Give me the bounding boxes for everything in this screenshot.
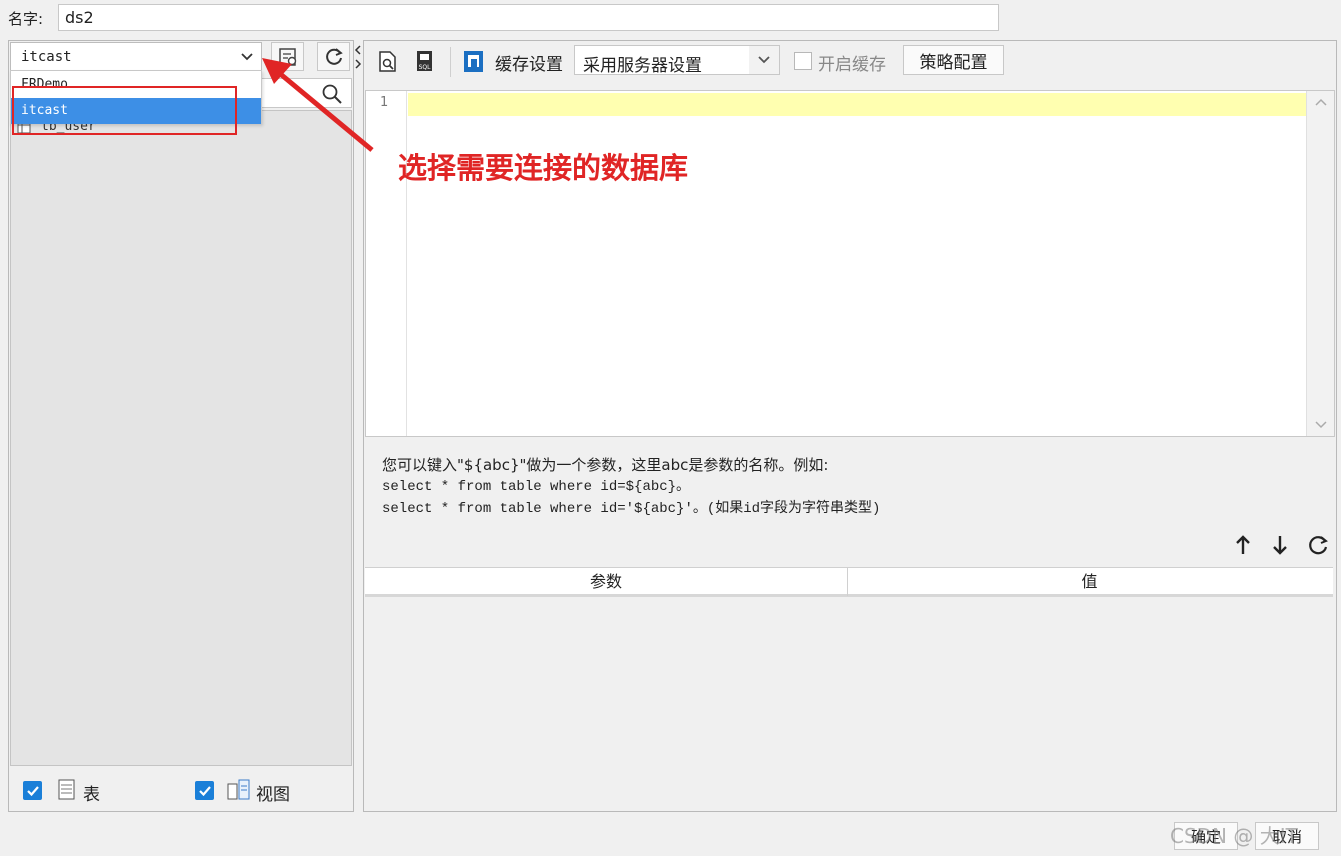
arrow-down-icon [1273,536,1287,555]
sql-button[interactable]: SQL [414,49,436,79]
annotation-arrow-icon [262,58,374,152]
param-table-body [365,600,1333,810]
watermark: CSDN @ 大IT [1170,824,1298,848]
refresh-params-button[interactable] [1306,533,1330,561]
refresh-icon [1309,536,1328,555]
enable-cache-checkbox[interactable] [794,52,812,70]
view-label: 视图 [256,785,290,805]
current-line-highlight [408,93,1306,116]
view-checkbox[interactable] [195,781,214,800]
arrow-up-icon [1236,535,1250,554]
param-table-header: 参数 值 [365,567,1333,597]
cache-settings-label: 缓存设置 [495,55,563,75]
sql-file-icon: SQL [417,51,432,71]
annotation-text: 选择需要连接的数据库 [398,151,689,185]
sql-editor[interactable]: 1 [365,90,1335,437]
move-down-button[interactable] [1270,534,1290,560]
toolbar-divider [450,47,451,77]
parameter-hint: 您可以键入"${abc}"做为一个参数，这里abc是参数的名称。例如: sele… [382,454,880,520]
table-checkbox[interactable] [23,781,42,800]
cache-mode-select[interactable]: 采用服务器设置 [574,45,780,76]
svg-text:SQL: SQL [419,64,432,71]
annotation-highlight-box [12,86,237,135]
table-tree: tb_user [10,110,352,766]
database-select[interactable]: itcast [10,42,262,71]
hint-line-2: select * from table where id=${abc}。 [382,479,691,495]
cache-settings-icon [462,49,486,79]
table-label: 表 [83,785,100,805]
editor-scrollbar[interactable] [1306,91,1334,436]
chevron-down-icon[interactable] [749,46,779,74]
move-up-button[interactable] [1233,534,1253,560]
hint-line-1: 您可以键入"${abc}"做为一个参数，这里abc是参数的名称。例如: [382,456,829,474]
name-input[interactable]: ds2 [58,4,999,31]
cache-mode-value: 采用服务器设置 [583,56,702,76]
database-select-value: itcast [21,49,72,65]
strategy-config-button[interactable]: 策略配置 [903,45,1004,75]
sql-toolbar: SQL 缓存设置 采用服务器设置 开启缓存 策略配置 [364,41,1336,87]
column-header-param[interactable]: 参数 [365,568,848,596]
view-icon [226,779,252,805]
hint-line-3: select * from table where id='${abc}'。(如… [382,501,881,517]
name-label: 名字: [8,10,44,28]
column-header-value[interactable]: 值 [848,568,1331,596]
table-icon [57,779,77,805]
enable-cache-label: 开启缓存 [818,55,886,75]
